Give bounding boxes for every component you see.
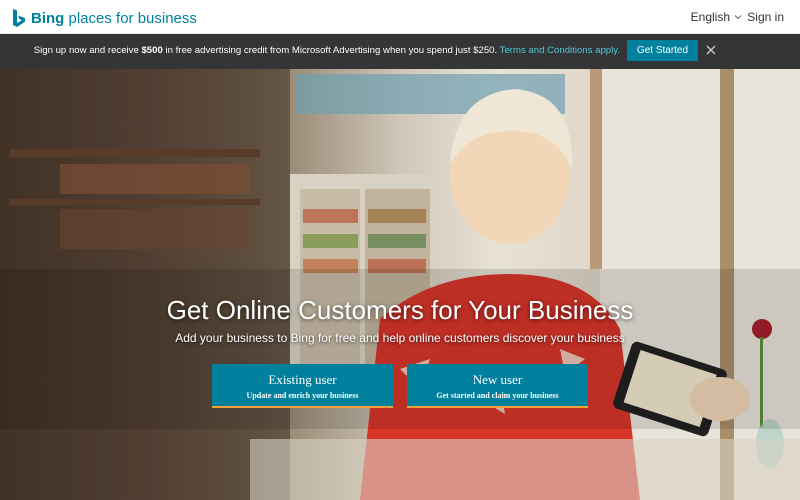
language-label: English bbox=[690, 10, 730, 24]
existing-user-subtitle: Update and enrich your business bbox=[246, 391, 359, 400]
hero-title: Get Online Customers for Your Business bbox=[166, 295, 634, 325]
bing-places-logo[interactable]: Bing places for business bbox=[12, 7, 197, 29]
new-user-button[interactable]: New user Get started and claim your busi… bbox=[407, 364, 588, 408]
existing-user-button[interactable]: Existing user Update and enrich your bus… bbox=[212, 364, 393, 408]
top-header: Bing places for business English Sign in bbox=[0, 0, 800, 34]
chevron-down-icon bbox=[734, 15, 742, 20]
sign-in-link[interactable]: Sign in bbox=[747, 10, 784, 24]
new-user-title: New user bbox=[472, 372, 523, 387]
close-icon[interactable] bbox=[705, 44, 717, 56]
existing-user-title: Existing user bbox=[268, 372, 337, 387]
logo-text: Bing places for business bbox=[31, 10, 197, 27]
promo-text: Sign up now and receive $500 in free adv… bbox=[0, 45, 620, 56]
terms-link[interactable]: Terms and Conditions apply. bbox=[500, 45, 620, 56]
logo-product: places for business bbox=[68, 9, 197, 27]
promo-text-after: in free advertising credit from Microsof… bbox=[162, 45, 500, 56]
logo-brand: Bing bbox=[31, 9, 65, 27]
promo-amount: $500 bbox=[141, 45, 163, 56]
promo-banner: Sign up now and receive $500 in free adv… bbox=[0, 34, 800, 69]
bing-logo-icon bbox=[13, 8, 25, 27]
promo-text-before: Sign up now and receive bbox=[33, 45, 142, 56]
hero-background-image bbox=[0, 69, 800, 500]
language-selector[interactable]: English bbox=[691, 10, 742, 24]
new-user-subtitle: Get started and claim your business bbox=[436, 391, 559, 400]
hero-subtitle: Add your business to Bing for free and h… bbox=[175, 331, 625, 345]
hero-section: Get Online Customers for Your Business A… bbox=[0, 69, 800, 500]
get-started-button[interactable]: Get Started bbox=[627, 40, 698, 61]
